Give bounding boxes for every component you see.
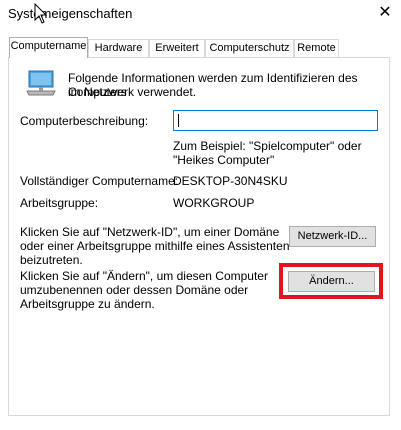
change-text-line-2: umzubenennen oder dessen Domäne oder xyxy=(20,283,249,297)
mouse-cursor-icon xyxy=(34,3,48,24)
network-text-line-2: oder einer Arbeitsgruppe mithilfe eines … xyxy=(20,239,290,253)
workgroup-value: WORKGROUP xyxy=(173,196,255,210)
fullname-label: Vollständiger Computername: xyxy=(20,174,179,188)
tab-erweitert[interactable]: Erweitert xyxy=(149,39,205,57)
title-bar: Systemeigenschaften ✕ xyxy=(0,0,401,28)
fullname-value: DESKTOP-30N4SKU xyxy=(173,174,288,188)
network-id-button[interactable]: Netzwerk-ID... xyxy=(289,226,376,247)
network-text-line-3: beizutreten. xyxy=(20,253,83,267)
description-label: Computerbeschreibung: xyxy=(20,114,149,128)
tab-strip: Computername Hardware Erweitert Computer… xyxy=(9,37,389,58)
computer-icon xyxy=(26,70,56,96)
network-text-line-1: Klicken Sie auf "Netzwerk-ID", um einer … xyxy=(20,225,280,239)
description-hint-line-2: "Heikes Computer" xyxy=(173,153,275,167)
description-hint-line-1: Zum Beispiel: "Spielcomputer" oder xyxy=(173,139,362,153)
text-caret xyxy=(178,114,179,127)
description-field[interactable] xyxy=(173,110,378,131)
tab-computername[interactable]: Computername xyxy=(9,37,88,58)
change-text-line-1: Klicken Sie auf "Ändern", um diesen Comp… xyxy=(20,269,268,283)
intro-line-2: im Netzwerk verwendet. xyxy=(68,85,197,99)
tab-remote[interactable]: Remote xyxy=(294,39,339,57)
workgroup-label: Arbeitsgruppe: xyxy=(20,196,99,210)
tab-computerschutz[interactable]: Computerschutz xyxy=(205,39,294,57)
change-text-line-3: Arbeitsgruppe zu ändern. xyxy=(20,297,155,311)
tab-hardware[interactable]: Hardware xyxy=(88,39,149,57)
highlight-box xyxy=(279,263,383,299)
window-title: Systemeigenschaften xyxy=(8,6,133,21)
close-icon[interactable]: ✕ xyxy=(372,2,398,24)
